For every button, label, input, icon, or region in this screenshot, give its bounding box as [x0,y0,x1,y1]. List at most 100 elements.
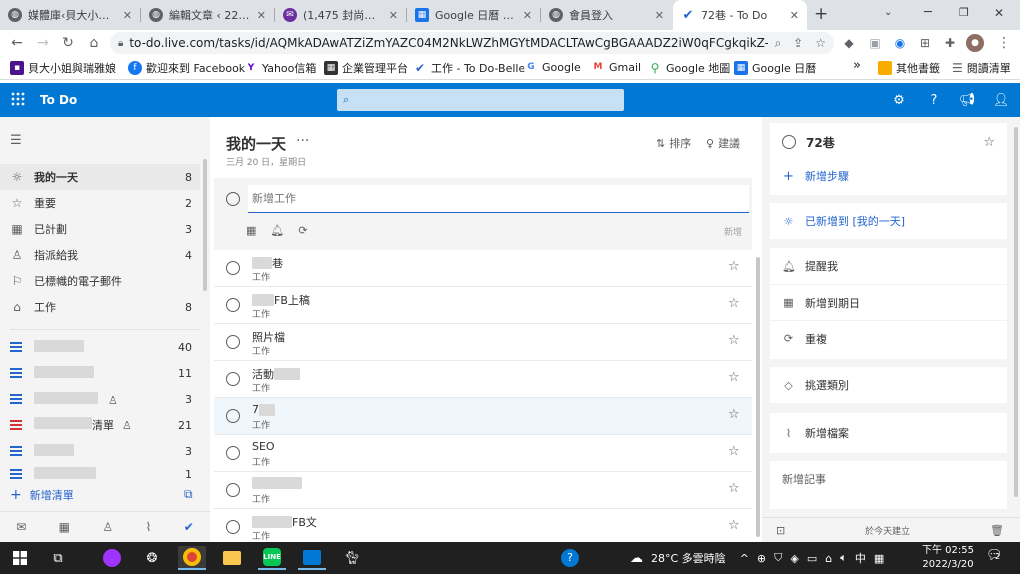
close-icon[interactable]: ✕ [257,9,266,22]
star-icon[interactable]: ☆ [983,135,995,150]
add-step-button[interactable]: + 新增步驟 [770,161,1007,191]
browser-tab[interactable]: ✉ (1,475 封尚未讀取) ✕ [275,0,406,30]
close-icon[interactable]: ✕ [123,9,132,22]
file-explorer-icon[interactable] [218,546,246,570]
star-icon[interactable]: ☆ [728,407,740,422]
new-tab-button[interactable]: + [814,4,828,24]
app-launcher-icon[interactable] [10,91,26,107]
keyboard-icon[interactable]: ▦ [874,552,884,565]
complete-task-circle[interactable] [226,446,240,460]
chevron-up-icon[interactable]: ^ [740,552,749,565]
people-icon[interactable]: ♙ [102,520,113,534]
sidebar-scrollbar[interactable] [203,159,207,291]
hide-detail-icon[interactable]: ⊡ [776,524,785,537]
ime-indicator[interactable]: 中 [855,550,866,566]
calendar-icon[interactable]: ▦ [59,520,70,534]
bookmark-star-icon[interactable]: ☆ [815,36,826,50]
sidebar-item-flagged-email[interactable]: ⚐ 已標幟的電子郵件 [0,268,200,294]
help-icon[interactable]: ? [925,91,943,109]
weather-text[interactable]: 28°C 多雲時陰 [651,550,726,566]
avatar[interactable]: ● [966,34,984,52]
photos-icon[interactable] [298,546,326,570]
suggestions-button[interactable]: ♀ 建議 [706,135,740,151]
close-icon[interactable]: ✕ [655,9,664,22]
zoom-icon[interactable]: ⌕ [774,36,781,51]
forward-icon[interactable]: → [33,33,53,53]
detail-task-title[interactable]: 72巷 [806,134,973,151]
note-input[interactable]: 新增記事 [770,461,1007,497]
task-view-icon[interactable]: ⧉ [44,546,72,570]
search-input[interactable]: ⌕ [337,89,624,111]
bookmark-item[interactable]: f 歡迎來到 Facebook [128,60,245,76]
task-row[interactable]: 巷 工作 ☆ [214,250,752,287]
mail-icon[interactable]: ✉ [16,520,26,534]
close-icon[interactable]: ✕ [523,9,532,22]
sort-button[interactable]: ⇅ 排序 [656,135,691,151]
browser-tab[interactable]: ▦ Google 日曆 - 202 ✕ [407,0,540,30]
due-date-icon[interactable]: ▦ [246,224,256,237]
windows-start-icon[interactable] [6,546,34,570]
bookmark-item[interactable]: G Google [524,60,581,74]
task-row[interactable]: 工作 ☆ [214,472,752,509]
puzzle-icon[interactable]: ✚ [941,34,959,52]
note-card[interactable]: 新增記事 [770,461,1007,509]
star-icon[interactable]: ☆ [728,333,740,348]
complete-task-circle[interactable] [226,483,240,497]
help-icon[interactable]: ? [556,546,584,570]
complete-task-circle[interactable] [226,520,240,534]
app-brand[interactable]: To Do [40,93,77,107]
repeat-button[interactable]: ⟳ 重複 [770,320,1007,356]
extension-icon[interactable]: ◆ [840,34,858,52]
attachment-icon[interactable]: ⌇ [145,520,151,534]
reload-icon[interactable]: ↻ [58,33,78,53]
complete-task-circle[interactable] [226,372,240,386]
browser-tab-active[interactable]: ✔ 72巷 - To Do ✕ [673,0,807,30]
megaphone-icon[interactable]: 📢︎ [958,91,976,109]
sidebar-item-important[interactable]: ☆ 重要 2 [0,190,200,216]
add-task-button[interactable]: 新增 [724,225,742,238]
dropbox-icon[interactable]: ◈ [790,552,798,565]
other-bookmarks-folder[interactable]: 其他書籤 [878,60,940,76]
settings-icon[interactable]: ⚙ [890,91,908,109]
complete-task-circle[interactable] [226,261,240,275]
sidebar-item-planned[interactable]: ▦ 已計劃 3 [0,216,200,242]
sidebar-item-tasks[interactable]: ⌂ 工作 8 [0,294,200,320]
attach-card[interactable]: ⌇ 新增檔案 [770,413,1007,453]
star-icon[interactable]: ☆ [728,444,740,459]
bookmark-item[interactable]: ▦ Google 日曆 [734,60,816,76]
extension-icon[interactable]: ◉ [891,34,909,52]
due-date-button[interactable]: ▦ 新增到期日 [770,284,1007,320]
bookmark-item[interactable]: ✔ 工作 - To Do-Belle [413,60,525,76]
repeat-icon[interactable]: ⟳ [298,224,307,237]
remind-me-button[interactable]: 🔔︎ 提醒我 [770,248,1007,284]
add-task-input[interactable] [248,185,749,213]
sidebar-list-item[interactable]: 1 [0,464,200,484]
task-row[interactable]: 活動 工作 ☆ [214,361,752,398]
home-icon[interactable]: ⌂ [84,33,104,53]
network-icon[interactable]: ⌂ [825,552,832,565]
close-icon[interactable]: ✕ [389,9,398,22]
task-list-scrollbar[interactable] [756,257,760,537]
browser-tab[interactable]: ◍ 會員登入 ✕ [541,0,672,30]
todo-icon[interactable]: ✔ [184,520,194,534]
sidebar-list-item[interactable]: 3 [0,438,200,464]
back-icon[interactable]: ← [7,33,27,53]
star-icon[interactable]: ☆ [728,296,740,311]
bookmark-item[interactable]: M Gmail [591,60,641,74]
address-bar[interactable]: 🔒︎ to-do.live.com/tasks/id/AQMkADAwATZiZ… [110,32,834,54]
complete-task-circle[interactable] [782,135,796,149]
tab-search-icon[interactable]: ⌄ [884,7,892,18]
bookmarks-more-button[interactable]: » [853,58,861,73]
detail-scrollbar[interactable] [1014,127,1018,497]
star-icon[interactable]: ☆ [728,518,740,533]
restore-icon[interactable]: ❐ [959,6,969,19]
messenger-icon[interactable] [98,546,126,570]
sidebar-item-my-day[interactable]: ☼ 我的一天 8 [0,164,200,190]
new-list-button[interactable]: + 新增清單 [10,487,74,503]
system-clock[interactable]: 下午 02:55 2022/3/20 [918,544,978,572]
bookmark-item[interactable]: ▪ 貝大小姐與瑞雅娘 [10,60,116,76]
chrome-icon[interactable] [178,546,206,570]
browser-tab[interactable]: ◍ 媒體庫‹貝大小姐與 ✕ [0,0,140,30]
new-group-icon[interactable]: ⧉ [184,487,193,502]
complete-task-circle[interactable] [226,298,240,312]
